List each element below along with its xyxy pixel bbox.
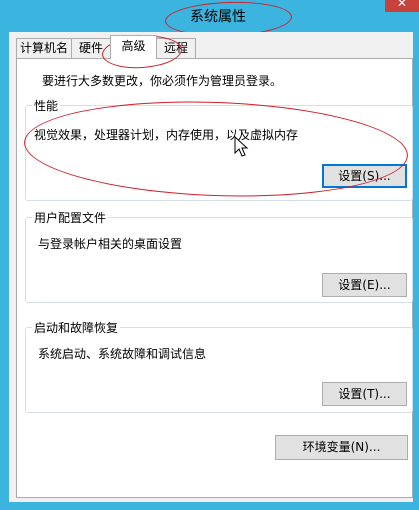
window-title: 系统属性: [190, 9, 246, 25]
group-user-profiles: 用户配置文件 与登录帐户相关的桌面设置 设置(E)...: [25, 209, 413, 303]
group-startup-recovery: 启动和故障恢复 系统启动、系统故障和调试信息 设置(T)...: [25, 319, 413, 413]
close-button[interactable]: ✕: [385, 0, 419, 12]
title-bar: 系统属性 ✕: [0, 0, 419, 32]
mouse-cursor-icon: [234, 136, 249, 157]
tab-remote[interactable]: 远程: [156, 38, 196, 58]
user-profiles-settings-button[interactable]: 设置(E)...: [322, 273, 407, 297]
tab-computer-name[interactable]: 计算机名: [16, 38, 72, 58]
startup-recovery-settings-button[interactable]: 设置(T)...: [322, 382, 407, 406]
tab-hardware[interactable]: 硬件: [71, 38, 111, 58]
group-performance-label: 性能: [32, 97, 61, 114]
admin-notice: 要进行大多数更改，你必须作为管理员登录。: [42, 74, 283, 88]
tab-advanced[interactable]: 高级: [110, 35, 157, 59]
close-icon: ✕: [396, 0, 408, 10]
user-profiles-description: 与登录帐户相关的桌面设置: [38, 237, 183, 251]
group-performance: 性能 视觉效果，处理器计划，内存使用，以及虚拟内存 设置(S)...: [25, 97, 413, 201]
startup-recovery-description: 系统启动、系统故障和调试信息: [38, 347, 207, 361]
environment-variables-button[interactable]: 环境变量(N)...: [275, 435, 408, 460]
dialog-client: 计算机名 硬件 高级 远程 要进行大多数更改，你必须作为管理员登录。 性能 视觉…: [9, 32, 413, 502]
performance-description: 视觉效果，处理器计划，内存使用，以及虚拟内存: [34, 128, 299, 142]
group-startup-recovery-label: 启动和故障恢复: [32, 319, 121, 336]
group-user-profiles-label: 用户配置文件: [32, 209, 109, 226]
performance-settings-button[interactable]: 设置(S)...: [322, 164, 407, 188]
